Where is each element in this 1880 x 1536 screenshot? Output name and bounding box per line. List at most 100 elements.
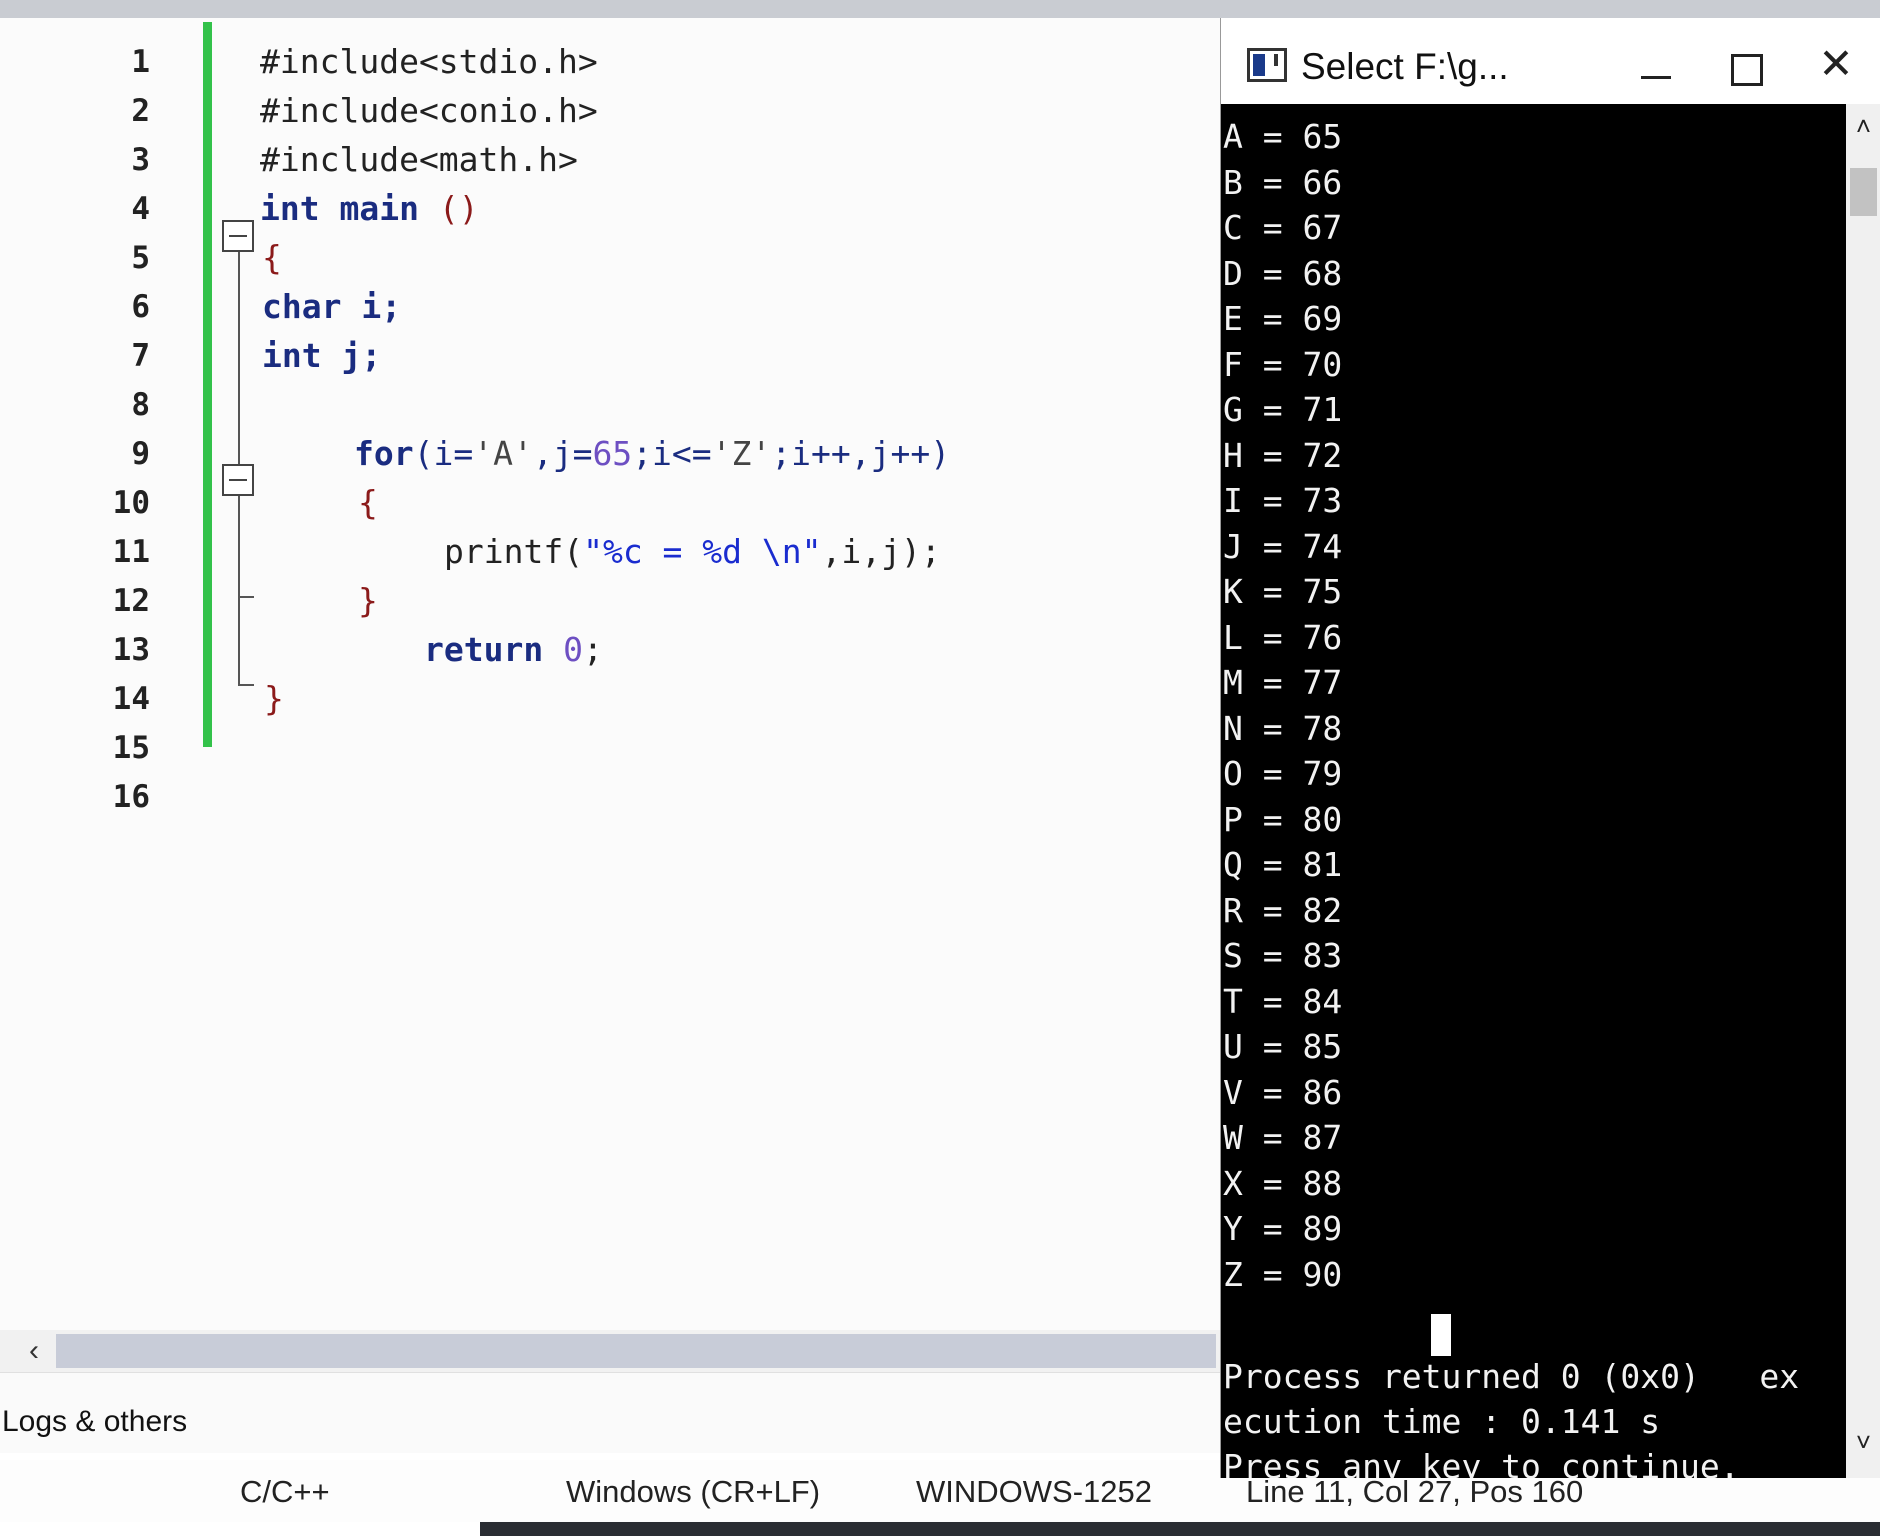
function-name: main xyxy=(319,189,439,228)
code-line-4: int main () xyxy=(260,185,479,233)
line-number: 2 xyxy=(131,93,150,129)
console-output-line: R = 82 xyxy=(1223,890,1343,930)
char-literal: 'A' xyxy=(473,434,533,473)
code-line-12: } xyxy=(358,581,378,620)
line-number: 8 xyxy=(131,387,150,423)
status-cursor-position: Line 11, Col 27, Pos 160 xyxy=(1246,1474,1584,1509)
fold-guide-inner-end xyxy=(238,596,254,598)
code-fragment: ;i<= xyxy=(632,434,712,473)
code-fragment: (i= xyxy=(413,434,474,473)
char-literal: 'Z' xyxy=(711,434,772,473)
line-number: 1 xyxy=(131,44,150,80)
console-output-line: Q = 81 xyxy=(1223,845,1343,884)
line-number: 4 xyxy=(131,191,150,227)
console-status-line: Process returned 0 (0x0) ex xyxy=(1223,1357,1800,1396)
console-output-line: W = 87 xyxy=(1223,1118,1343,1157)
status-line-endings: Windows (CR+LF) xyxy=(566,1474,821,1509)
horizontal-scrollbar[interactable]: ‹ xyxy=(0,1330,1220,1372)
console-output[interactable]: A = 65 B = 66 C = 67 D = 68 E = 69 F = 70 G = … xyxy=(1221,104,1846,1478)
line-number: 14 xyxy=(112,681,150,717)
line-number: 10 xyxy=(112,485,150,521)
code-line-1: #include<stdio.h> xyxy=(260,42,598,81)
line-number: 11 xyxy=(112,534,150,570)
console-output-line: E = 69 xyxy=(1223,299,1343,338)
line-number: 9 xyxy=(131,436,150,472)
console-output-line: D = 68 xyxy=(1223,253,1343,293)
code-fragment: ,j= xyxy=(532,434,593,473)
fold-toggle-main[interactable] xyxy=(222,220,254,252)
keyword-int: int xyxy=(260,189,320,228)
console-vertical-scrollbar[interactable]: ˄ ˅ xyxy=(1846,104,1880,1478)
console-output-line: Y = 89 xyxy=(1223,1209,1343,1248)
code-line-10: { xyxy=(358,483,378,522)
line-number: 12 xyxy=(112,583,150,619)
scrollbar-thumb[interactable] xyxy=(1850,168,1877,216)
function-call: printf( xyxy=(444,532,584,571)
line-number: 16 xyxy=(112,779,150,815)
code-line-2: #include<conio.h> xyxy=(260,91,598,130)
code-line-7: int j; xyxy=(262,332,381,380)
code-fragment: ,i,j); xyxy=(821,532,941,571)
declaration-rest: j; xyxy=(321,336,382,375)
console-output-line: L = 76 xyxy=(1223,617,1343,657)
console-window[interactable]: Select F:\g... ✕ A = 65 B = 66 C = 67 D = 6… xyxy=(1220,18,1880,1478)
status-language: C/C++ xyxy=(240,1474,330,1509)
code-fragment: ; xyxy=(582,630,603,669)
logs-tab[interactable]: Logs & others xyxy=(2,1405,187,1439)
maximize-icon[interactable] xyxy=(1709,34,1779,94)
console-output-line: C = 67 xyxy=(1223,208,1343,247)
minimize-icon[interactable] xyxy=(1621,34,1691,94)
status-encoding: WINDOWS-1252 xyxy=(916,1474,1152,1509)
code-line-9: for(i='A',j=65;i<='Z';i++,j++) xyxy=(354,430,950,478)
line-number: 15 xyxy=(112,730,150,766)
console-title: Select F:\g... xyxy=(1301,46,1509,87)
console-status-line: Press any key to continue. xyxy=(1223,1447,1740,1478)
code-line-14: } xyxy=(264,679,284,718)
fold-toggle-for[interactable] xyxy=(222,464,254,496)
code-line-3: #include<math.h> xyxy=(260,140,578,179)
text-cursor xyxy=(1431,1314,1451,1356)
declaration-rest: i; xyxy=(341,287,402,326)
console-output-line: Z = 90 xyxy=(1223,1254,1343,1294)
code-line-11: printf("%c = %d \n",i,j); xyxy=(444,528,941,576)
console-output-line: O = 79 xyxy=(1223,754,1343,793)
console-output-line: M = 77 xyxy=(1223,663,1343,702)
number-literal: 0 xyxy=(563,630,583,669)
change-marker-bar xyxy=(203,22,212,747)
code-fragment: ;i++,j++) xyxy=(771,434,951,473)
console-app-icon xyxy=(1247,48,1287,82)
console-output-line: F = 70 xyxy=(1223,344,1343,384)
scrollbar-thumb[interactable] xyxy=(56,1334,1216,1368)
line-number: 5 xyxy=(131,240,150,276)
line-number: 6 xyxy=(131,289,150,325)
keyword-char: char xyxy=(262,287,342,326)
console-output-line: I = 73 xyxy=(1223,481,1343,520)
code-line-5: { xyxy=(262,238,282,277)
code-line-6: char i; xyxy=(262,283,401,331)
console-output-line: T = 84 xyxy=(1223,981,1343,1021)
logs-panel: Logs & others xyxy=(0,1372,1220,1453)
line-number-gutter: 1 2 3 4 5 6 7 8 9 10 11 12 13 14 15 16 xyxy=(0,18,200,1330)
scroll-left-icon[interactable]: ‹ xyxy=(14,1332,54,1370)
console-status-line: ecution time : 0.141 s xyxy=(1223,1402,1661,1441)
console-output-line: B = 66 xyxy=(1223,162,1343,202)
console-output-line: H = 72 xyxy=(1223,435,1343,475)
console-output-line: V = 86 xyxy=(1223,1072,1343,1112)
console-title-bar[interactable]: Select F:\g... ✕ xyxy=(1221,18,1880,104)
scroll-up-icon[interactable]: ˄ xyxy=(1846,108,1880,144)
window-top-edge xyxy=(0,0,1880,20)
code-editor[interactable]: 1 2 3 4 5 6 7 8 9 10 11 12 13 14 15 16 #include<stdio.h… xyxy=(0,18,1220,1330)
console-output-line: N = 78 xyxy=(1223,708,1343,748)
scroll-down-icon[interactable]: ˅ xyxy=(1846,1424,1880,1460)
parens: () xyxy=(438,189,479,228)
console-output-line: A = 65 xyxy=(1223,117,1343,156)
line-number: 13 xyxy=(112,632,150,668)
console-output-line: K = 75 xyxy=(1223,572,1343,611)
close-icon[interactable]: ✕ xyxy=(1801,34,1871,94)
code-line-13: return 0; xyxy=(424,626,603,674)
number-literal: 65 xyxy=(592,434,633,473)
keyword-return: return xyxy=(424,630,544,669)
line-number: 3 xyxy=(131,142,150,178)
keyword-int: int xyxy=(262,336,322,375)
console-output-line: U = 85 xyxy=(1223,1027,1343,1066)
